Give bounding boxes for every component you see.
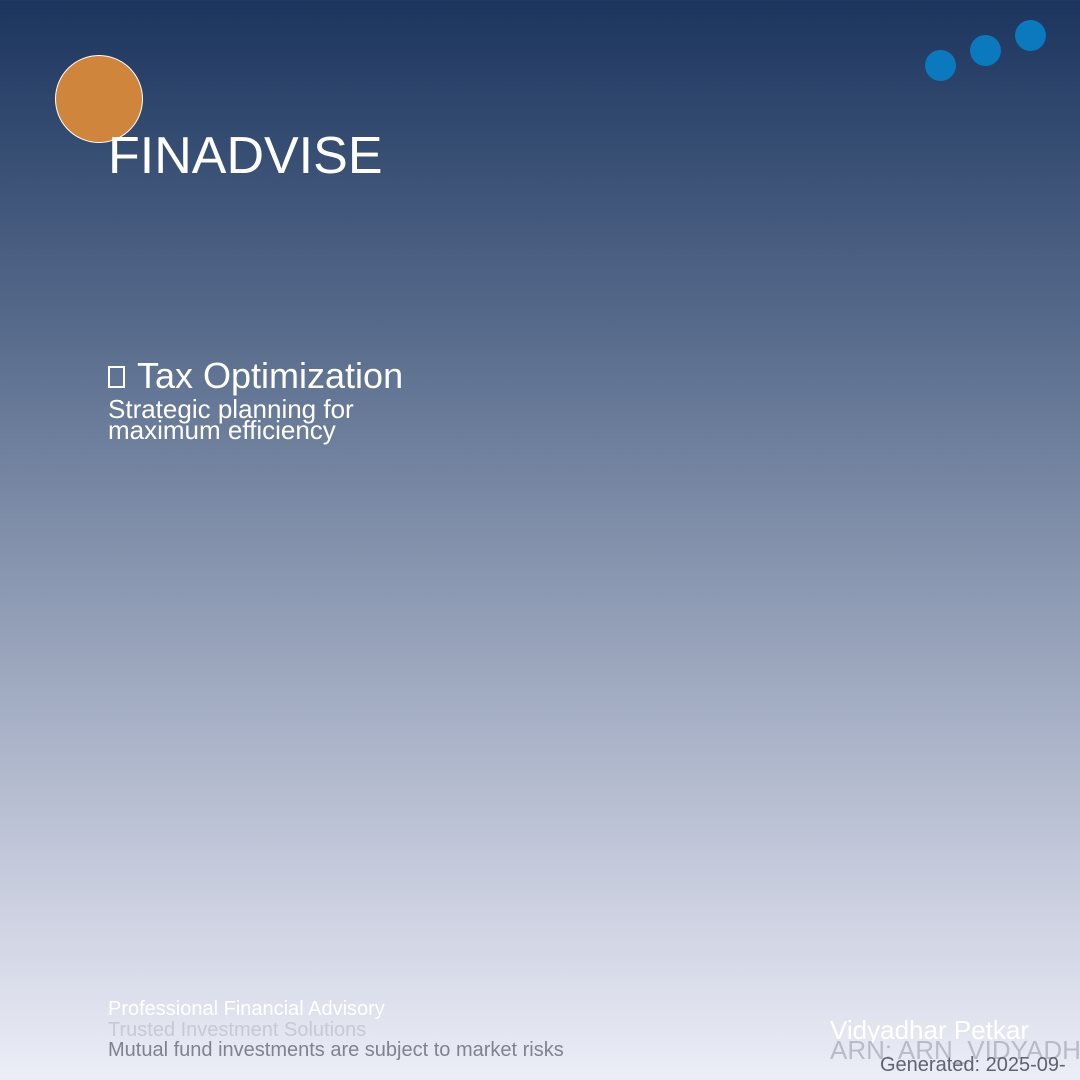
generated-date: Generated: 2025-09- — [880, 1054, 1066, 1076]
feature-title: Tax Optimization — [137, 355, 404, 396]
brand-title: FINADVISE — [108, 127, 383, 185]
footer-subtitle: Trusted Investment Solutions — [108, 1019, 367, 1041]
document-icon — [108, 365, 125, 388]
feature-heading: Tax Optimization — [108, 356, 403, 396]
footer-disclaimer: Mutual fund investments are subject to m… — [108, 1039, 564, 1061]
footer-tagline: Professional Financial Advisory — [108, 998, 385, 1020]
decorative-dot — [1015, 20, 1046, 51]
decorative-dot — [925, 50, 956, 81]
feature-description: Strategic planning for maximum efficienc… — [108, 394, 354, 445]
decorative-dot — [970, 35, 1001, 66]
